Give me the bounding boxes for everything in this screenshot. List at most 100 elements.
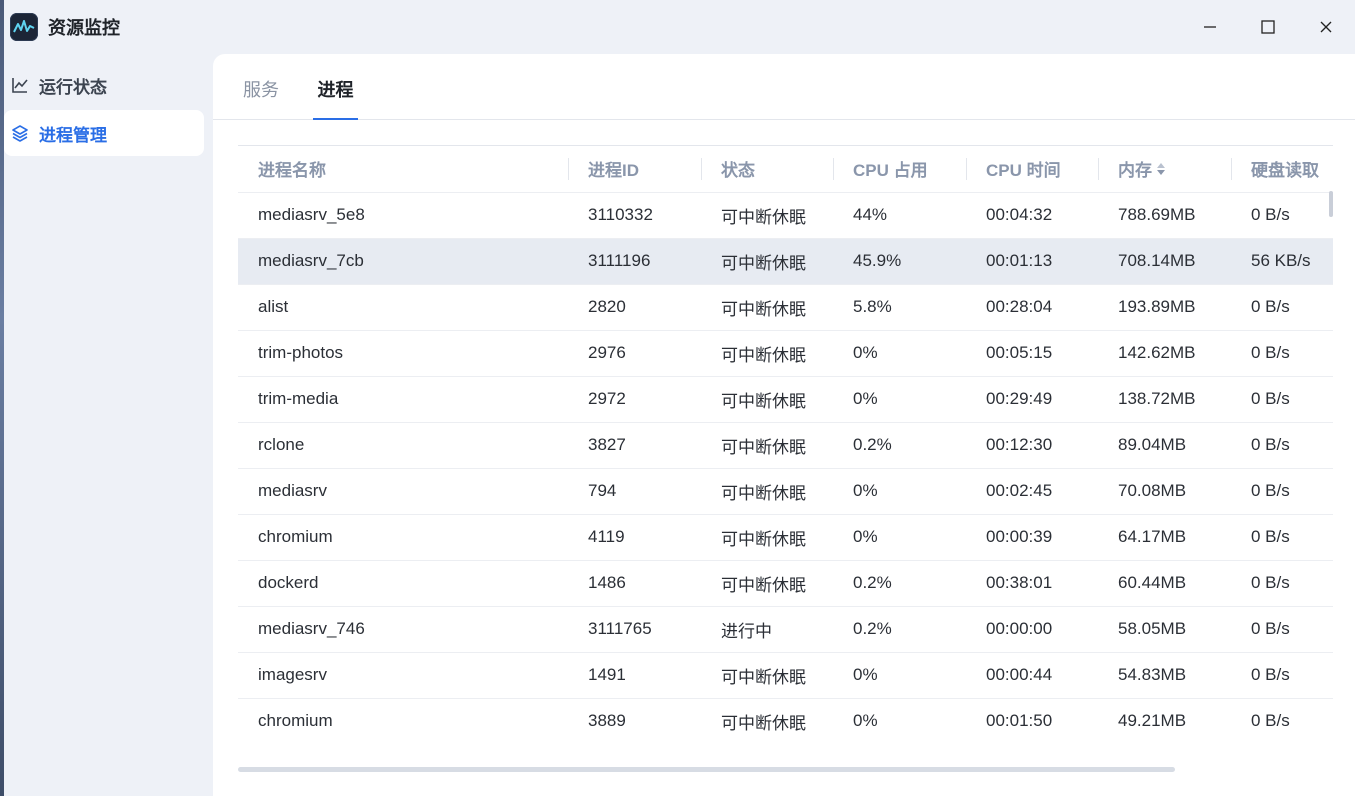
- memory-cell: 70.08MB: [1098, 467, 1231, 514]
- process-table: 进程名称 进程ID 状态 CPU 占用 CPU 时间 内存 硬盘读取 media…: [238, 145, 1333, 777]
- process-name-cell: mediasrv_5e8: [238, 191, 568, 238]
- layers-icon: [10, 123, 30, 143]
- column-header-disk-read[interactable]: 硬盘读取: [1231, 146, 1333, 192]
- table-row[interactable]: trim-photos 2976 可中断休眠 0% 00:05:15 142.62MB 0 …: [238, 329, 1333, 376]
- table-row[interactable]: imagesrv 1491 可中断休眠 0% 00:00:44 54.83MB 0 B/s: [238, 651, 1333, 698]
- table-row[interactable]: mediasrv_5e8 3110332 可中断休眠 44% 00:04:32 788.6…: [238, 191, 1333, 238]
- table-row[interactable]: dockerd 1486 可中断休眠 0.2% 00:38:01 60.44MB 0 B/s: [238, 559, 1333, 606]
- table-row[interactable]: alist 2820 可中断休眠 5.8% 00:28:04 193.89MB 0 B/s: [238, 283, 1333, 330]
- pid-cell: 1486: [568, 559, 701, 606]
- disk-read-cell: 0 B/s: [1231, 191, 1333, 238]
- maximize-button[interactable]: [1239, 0, 1297, 54]
- cpu-time-cell: 00:12:30: [966, 421, 1098, 468]
- state-cell: 可中断休眠: [701, 651, 833, 698]
- memory-cell: 138.72MB: [1098, 375, 1231, 422]
- cpu-usage-cell: 0.2%: [833, 559, 966, 606]
- process-name-cell: mediasrv: [238, 467, 568, 514]
- minimize-icon: [1204, 26, 1216, 28]
- pid-cell: 3827: [568, 421, 701, 468]
- cpu-usage-cell: 0%: [833, 651, 966, 698]
- line-chart-icon: [10, 75, 30, 95]
- cpu-usage-cell: 5.8%: [833, 283, 966, 330]
- memory-cell: 58.05MB: [1098, 605, 1231, 652]
- horizontal-scrollbar[interactable]: [238, 767, 1175, 772]
- cpu-usage-cell: 0%: [833, 697, 966, 744]
- sidebar-item-process-management[interactable]: 进程管理: [4, 110, 204, 156]
- cpu-time-cell: 00:01:13: [966, 237, 1098, 284]
- column-header-name[interactable]: 进程名称: [238, 146, 568, 192]
- cpu-usage-cell: 45.9%: [833, 237, 966, 284]
- pid-cell: 1491: [568, 651, 701, 698]
- pid-cell: 2820: [568, 283, 701, 330]
- sidebar-item-label: 进程管理: [39, 125, 107, 145]
- table-row[interactable]: mediasrv 794 可中断休眠 0% 00:02:45 70.08MB 0 B/s: [238, 467, 1333, 514]
- pid-cell: 794: [568, 467, 701, 514]
- table-row[interactable]: trim-media 2972 可中断休眠 0% 00:29:49 138.72MB 0 B…: [238, 375, 1333, 422]
- memory-cell: 89.04MB: [1098, 421, 1231, 468]
- close-button[interactable]: [1297, 0, 1355, 54]
- cpu-time-cell: 00:28:04: [966, 283, 1098, 330]
- column-header-state[interactable]: 状态: [701, 146, 833, 192]
- disk-read-cell: 0 B/s: [1231, 513, 1333, 560]
- state-cell: 可中断休眠: [701, 375, 833, 422]
- sidebar-item-run-status[interactable]: 运行状态: [4, 62, 204, 108]
- sidebar: 运行状态 进程管理: [4, 62, 204, 158]
- table-row[interactable]: chromium 4119 可中断休眠 0% 00:00:39 64.17MB 0 B/s: [238, 513, 1333, 560]
- vertical-scrollbar[interactable]: [1329, 191, 1333, 217]
- process-name-cell: trim-photos: [238, 329, 568, 376]
- process-name-cell: chromium: [238, 513, 568, 560]
- disk-read-cell: 0 B/s: [1231, 651, 1333, 698]
- pid-cell: 2976: [568, 329, 701, 376]
- disk-read-cell: 0 B/s: [1231, 329, 1333, 376]
- cpu-time-cell: 00:29:49: [966, 375, 1098, 422]
- memory-cell: 60.44MB: [1098, 559, 1231, 606]
- cpu-usage-cell: 0%: [833, 467, 966, 514]
- state-cell: 可中断休眠: [701, 237, 833, 284]
- process-name-cell: dockerd: [238, 559, 568, 606]
- process-name-cell: chromium: [238, 697, 568, 744]
- title-bar: 资源监控: [4, 0, 1355, 54]
- cpu-time-cell: 00:38:01: [966, 559, 1098, 606]
- tab-services[interactable]: 服务: [243, 76, 279, 120]
- cpu-time-cell: 00:02:45: [966, 467, 1098, 514]
- main-panel: 服务 进程 进程名称 进程ID 状态 CPU 占用 CPU 时间 内存 硬盘读取…: [213, 54, 1355, 796]
- pid-cell: 4119: [568, 513, 701, 560]
- column-header-memory[interactable]: 内存: [1098, 146, 1231, 192]
- cpu-time-cell: 00:05:15: [966, 329, 1098, 376]
- table-row[interactable]: rclone 3827 可中断休眠 0.2% 00:12:30 89.04MB 0 B/s: [238, 421, 1333, 468]
- table-header-row: 进程名称 进程ID 状态 CPU 占用 CPU 时间 内存 硬盘读取: [238, 146, 1333, 192]
- state-cell: 可中断休眠: [701, 513, 833, 560]
- column-header-pid[interactable]: 进程ID: [568, 146, 701, 192]
- state-cell: 进行中: [701, 605, 833, 652]
- table-row[interactable]: chromium 3889 可中断休眠 0% 00:01:50 49.21MB 0 B/s: [238, 697, 1333, 744]
- disk-read-cell: 56 KB/s: [1231, 237, 1333, 284]
- column-header-cpu-time[interactable]: CPU 时间: [966, 146, 1098, 192]
- pid-cell: 2972: [568, 375, 701, 422]
- table-row[interactable]: mediasrv_7cb 3111196 可中断休眠 45.9% 00:01:13 708…: [238, 237, 1333, 284]
- cpu-time-cell: 00:00:39: [966, 513, 1098, 560]
- cpu-usage-cell: 0%: [833, 375, 966, 422]
- state-cell: 可中断休眠: [701, 697, 833, 744]
- pid-cell: 3111196: [568, 237, 701, 284]
- maximize-icon: [1261, 20, 1275, 34]
- state-cell: 可中断休眠: [701, 559, 833, 606]
- cpu-usage-cell: 44%: [833, 191, 966, 238]
- column-header-cpu-usage[interactable]: CPU 占用: [833, 146, 966, 192]
- memory-cell: 193.89MB: [1098, 283, 1231, 330]
- pid-cell: 3889: [568, 697, 701, 744]
- disk-read-cell: 0 B/s: [1231, 283, 1333, 330]
- tab-processes[interactable]: 进程: [313, 76, 358, 120]
- state-cell: 可中断休眠: [701, 467, 833, 514]
- sort-icon: [1156, 161, 1166, 182]
- state-cell: 可中断休眠: [701, 283, 833, 330]
- table-row[interactable]: mediasrv_746 3111765 进行中 0.2% 00:00:00 58.05M…: [238, 605, 1333, 652]
- memory-cell: 788.69MB: [1098, 191, 1231, 238]
- resource-monitor-app-icon: [10, 13, 38, 41]
- minimize-button[interactable]: [1181, 0, 1239, 54]
- process-name-cell: mediasrv_7cb: [238, 237, 568, 284]
- disk-read-cell: 0 B/s: [1231, 421, 1333, 468]
- pid-cell: 3111765: [568, 605, 701, 652]
- cpu-time-cell: 00:01:50: [966, 697, 1098, 744]
- disk-read-cell: 0 B/s: [1231, 559, 1333, 606]
- table-bottom-fade: [238, 754, 1333, 796]
